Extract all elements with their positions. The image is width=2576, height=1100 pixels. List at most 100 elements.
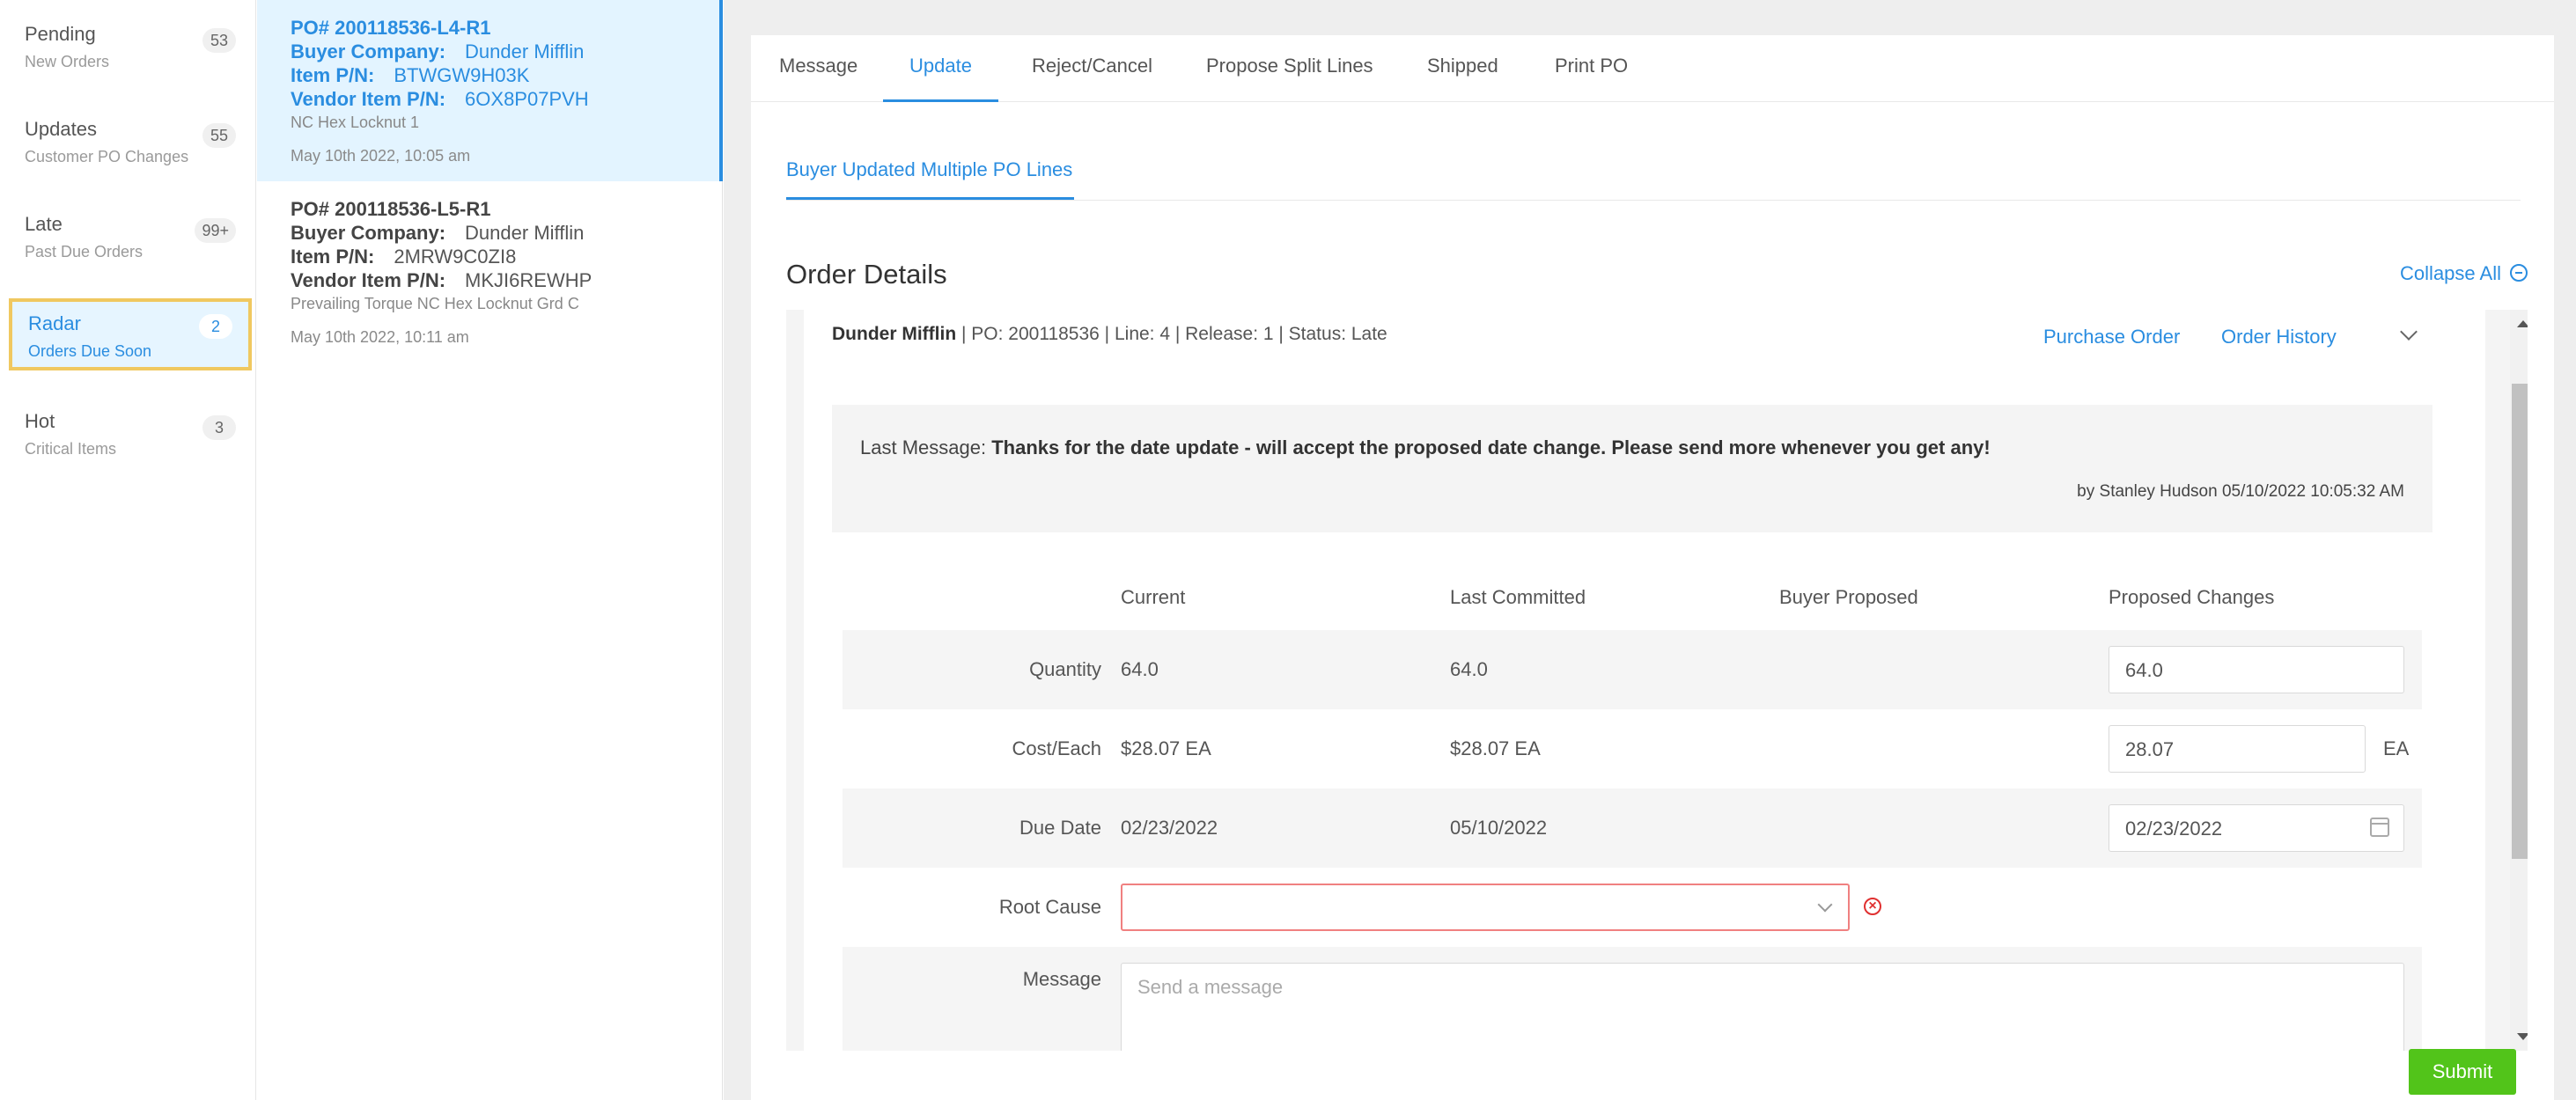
sidebar-item-updates[interactable]: Updates Customer PO Changes 55 — [9, 104, 252, 176]
po-number: PO# 200118536-L5-R1 — [291, 198, 491, 220]
quantity-label: Quantity — [1029, 658, 1101, 680]
calendar-icon — [2370, 818, 2389, 837]
item-description: NC Hex Locknut 1 — [291, 114, 420, 131]
tab-propose-split-lines[interactable]: Propose Split Lines — [1206, 55, 1373, 102]
root-cause-select[interactable] — [1121, 884, 1850, 931]
due-date-label: Due Date — [1019, 817, 1101, 839]
due-date-current: 02/23/2022 — [1121, 817, 1218, 839]
main-panel: Message Update Reject/Cancel Propose Spl… — [751, 35, 2554, 1100]
due-date-row: Due Date 02/23/2022 05/10/2022 02/23/202… — [843, 788, 2422, 868]
sidebar-item-subtitle: Past Due Orders — [25, 243, 144, 260]
tab-message[interactable]: Message — [779, 55, 857, 102]
vendor-item-pn-label: Vendor Item P/N: — [291, 269, 446, 291]
order-date: May 10th 2022, 10:11 am — [291, 328, 469, 346]
sidebar-item-late[interactable]: Late Past Due Orders 99+ — [9, 199, 252, 271]
chevron-down-icon — [1817, 897, 1833, 913]
order-line-card: Dunder Mifflin | PO: 200118536 | Line: 4… — [804, 310, 2528, 1051]
root-cause-row: Root Cause × — [843, 868, 2422, 947]
column-current: Current — [1121, 586, 1186, 608]
item-pn: Item P/N: BTWGW9H03K — [291, 63, 686, 87]
order-details-heading: Order Details — [786, 259, 947, 290]
count-badge: 2 — [199, 314, 232, 339]
purchase-order-link[interactable]: Purchase Order — [2043, 326, 2180, 348]
company-name: Dunder Mifflin — [832, 324, 957, 344]
buyer-company-value: Dunder Mifflin — [465, 222, 585, 244]
scrollbar[interactable] — [2510, 310, 2528, 1051]
scrollbar-thumb[interactable] — [2512, 384, 2528, 859]
quantity-last-committed: 64.0 — [1450, 658, 1488, 680]
divider — [786, 200, 2521, 201]
cost-last-committed: $28.07 EA — [1450, 737, 1541, 759]
vendor-item-pn-value: 6OX8P07PVH — [465, 88, 589, 110]
tab-update[interactable]: Update — [883, 55, 998, 102]
count-badge: 3 — [202, 415, 236, 440]
order-date: May 10th 2022, 10:05 am — [291, 147, 471, 165]
sidebar-item-radar[interactable]: Radar Orders Due Soon 2 — [9, 298, 252, 370]
message-label: Message — [1022, 968, 1101, 990]
buyer-company: Buyer Company: Dunder Mifflin — [291, 40, 686, 63]
cost-current: $28.07 EA — [1121, 737, 1211, 759]
order-history-link[interactable]: Order History — [2221, 326, 2337, 348]
quantity-current: 64.0 — [1121, 658, 1159, 680]
sidebar-item-pending[interactable]: Pending New Orders 53 — [9, 9, 252, 81]
item-pn-value: BTWGW9H03K — [394, 64, 530, 86]
due-date-value: 02/23/2022 — [2125, 818, 2223, 840]
quantity-input[interactable]: 64.0 — [2109, 646, 2404, 693]
submit-button[interactable]: Submit — [2409, 1049, 2516, 1095]
sidebar-item-subtitle: New Orders — [25, 53, 110, 70]
sidebar-item-subtitle: Customer PO Changes — [25, 148, 189, 165]
cost-input[interactable]: 28.07 — [2109, 725, 2366, 773]
item-pn-value: 2MRW9C0ZI8 — [394, 246, 517, 268]
item-pn: Item P/N: 2MRW9C0ZI8 — [291, 245, 689, 268]
due-date-picker[interactable]: 02/23/2022 — [2109, 804, 2404, 852]
order-line-header: Dunder Mifflin | PO: 200118536 | Line: 4… — [832, 324, 1387, 345]
last-message: Last Message: Thanks for the date update… — [860, 436, 1991, 459]
scroll-down-arrow-icon[interactable] — [2517, 1033, 2528, 1040]
tab-buyer-updated-lines[interactable]: Buyer Updated Multiple PO Lines — [786, 158, 1075, 200]
cost-label: Cost/Each — [1012, 737, 1102, 759]
column-buyer-proposed: Buyer Proposed — [1779, 586, 1918, 608]
collapse-all-button[interactable]: Collapse All — [2400, 262, 2528, 285]
sidebar-item-hot[interactable]: Hot Critical Items 3 — [9, 396, 252, 468]
minus-circle-icon — [2510, 264, 2528, 282]
message-row: Message Send a message — [843, 947, 2422, 1051]
order-list: PO# 200118536-L4-R1 Buyer Company: Dunder… — [257, 0, 723, 1100]
vendor-item-pn: Vendor Item P/N: MKJI6REWHP — [291, 268, 689, 292]
count-badge: 55 — [202, 123, 236, 148]
last-message-box: Last Message: Thanks for the date update… — [832, 405, 2432, 532]
quantity-row: Quantity 64.0 64.0 64.0 — [843, 630, 2422, 709]
sidebar-item-subtitle: Orders Due Soon — [28, 342, 152, 360]
sidebar: Pending New Orders 53 Updates Customer P… — [0, 0, 256, 1100]
tab-shipped[interactable]: Shipped — [1427, 55, 1498, 102]
item-pn-label: Item P/N: — [291, 246, 375, 268]
count-badge: 53 — [202, 28, 236, 53]
root-cause-label: Root Cause — [998, 896, 1101, 918]
order-detail-scroll[interactable]: Dunder Mifflin | PO: 200118536 | Line: 4… — [786, 310, 2528, 1051]
tab-print-po[interactable]: Print PO — [1555, 55, 1628, 102]
last-message-label: Last Message: — [860, 436, 987, 458]
last-message-text: Thanks for the date update - will accept… — [991, 436, 1991, 458]
chevron-down-icon[interactable] — [2400, 323, 2418, 341]
tab-bar: Message Update Reject/Cancel Propose Spl… — [751, 35, 2554, 102]
cost-unit: EA — [2383, 737, 2410, 759]
last-message-author: by Stanley Hudson 05/10/2022 10:05:32 AM — [2077, 482, 2404, 501]
collapse-all-label: Collapse All — [2400, 262, 2501, 284]
order-card-selected[interactable]: PO# 200118536-L4-R1 Buyer Company: Dunder… — [257, 0, 723, 181]
vendor-item-pn-value: MKJI6REWHP — [465, 269, 592, 291]
scroll-up-arrow-icon[interactable] — [2517, 320, 2528, 327]
vendor-item-pn: Vendor Item P/N: 6OX8P07PVH — [291, 87, 686, 111]
message-textarea[interactable]: Send a message — [1121, 963, 2404, 1051]
buyer-company-label: Buyer Company: — [291, 40, 446, 62]
order-line-meta: | PO: 200118536 | Line: 4 | Release: 1 |… — [956, 324, 1387, 344]
error-icon: × — [1864, 898, 1881, 915]
column-last-committed: Last Committed — [1450, 586, 1586, 608]
cost-row: Cost/Each $28.07 EA $28.07 EA 28.07 EA — [843, 709, 2422, 788]
count-badge: 99+ — [195, 218, 236, 243]
tab-reject-cancel[interactable]: Reject/Cancel — [1032, 55, 1152, 102]
order-card[interactable]: PO# 200118536-L5-R1 Buyer Company: Dunder… — [257, 181, 723, 363]
vendor-item-pn-label: Vendor Item P/N: — [291, 88, 446, 110]
item-pn-label: Item P/N: — [291, 64, 375, 86]
sidebar-item-subtitle: Critical Items — [25, 440, 117, 458]
buyer-company: Buyer Company: Dunder Mifflin — [291, 221, 689, 245]
item-description: Prevailing Torque NC Hex Locknut Grd C — [291, 295, 579, 312]
